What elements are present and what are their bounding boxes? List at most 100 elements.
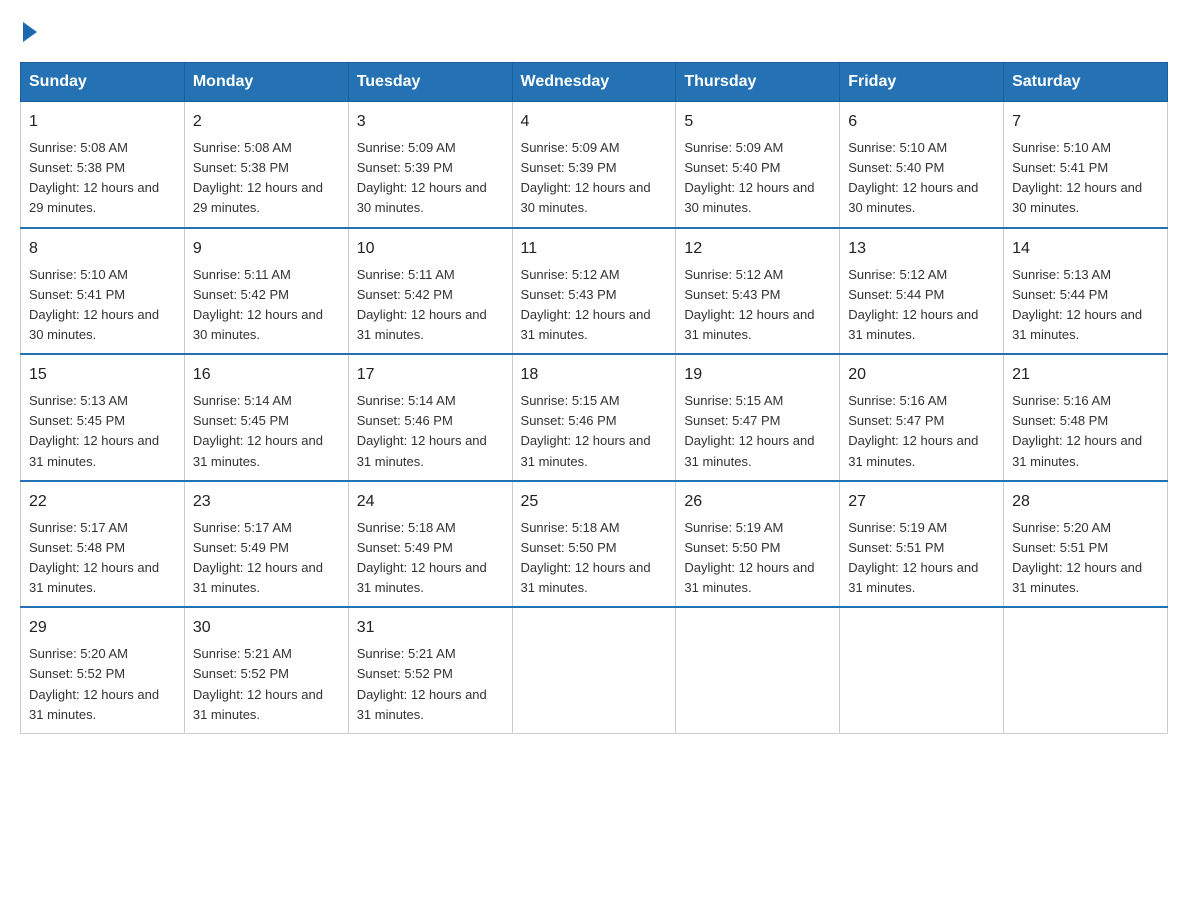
day-cell	[512, 607, 676, 733]
day-number: 14	[1012, 237, 1159, 261]
day-number: 3	[357, 110, 504, 134]
day-number: 6	[848, 110, 995, 134]
header-sunday: Sunday	[21, 63, 185, 102]
week-row-5: 29 Sunrise: 5:20 AMSunset: 5:52 PMDaylig…	[21, 607, 1168, 733]
day-info: Sunrise: 5:08 AMSunset: 5:38 PMDaylight:…	[29, 140, 159, 215]
day-number: 20	[848, 363, 995, 387]
day-info: Sunrise: 5:21 AMSunset: 5:52 PMDaylight:…	[357, 646, 487, 721]
day-info: Sunrise: 5:12 AMSunset: 5:44 PMDaylight:…	[848, 267, 978, 342]
day-cell: 20 Sunrise: 5:16 AMSunset: 5:47 PMDaylig…	[840, 354, 1004, 481]
day-info: Sunrise: 5:13 AMSunset: 5:44 PMDaylight:…	[1012, 267, 1142, 342]
day-info: Sunrise: 5:20 AMSunset: 5:51 PMDaylight:…	[1012, 520, 1142, 595]
day-cell: 26 Sunrise: 5:19 AMSunset: 5:50 PMDaylig…	[676, 481, 840, 608]
day-cell: 13 Sunrise: 5:12 AMSunset: 5:44 PMDaylig…	[840, 228, 1004, 355]
day-cell: 17 Sunrise: 5:14 AMSunset: 5:46 PMDaylig…	[348, 354, 512, 481]
header-saturday: Saturday	[1004, 63, 1168, 102]
day-number: 15	[29, 363, 176, 387]
day-number: 21	[1012, 363, 1159, 387]
header-tuesday: Tuesday	[348, 63, 512, 102]
day-info: Sunrise: 5:09 AMSunset: 5:40 PMDaylight:…	[684, 140, 814, 215]
day-cell: 19 Sunrise: 5:15 AMSunset: 5:47 PMDaylig…	[676, 354, 840, 481]
day-info: Sunrise: 5:17 AMSunset: 5:48 PMDaylight:…	[29, 520, 159, 595]
day-cell	[676, 607, 840, 733]
day-info: Sunrise: 5:16 AMSunset: 5:47 PMDaylight:…	[848, 393, 978, 468]
day-cell: 1 Sunrise: 5:08 AMSunset: 5:38 PMDayligh…	[21, 102, 185, 228]
day-info: Sunrise: 5:18 AMSunset: 5:50 PMDaylight:…	[521, 520, 651, 595]
day-cell: 25 Sunrise: 5:18 AMSunset: 5:50 PMDaylig…	[512, 481, 676, 608]
week-row-3: 15 Sunrise: 5:13 AMSunset: 5:45 PMDaylig…	[21, 354, 1168, 481]
day-cell: 15 Sunrise: 5:13 AMSunset: 5:45 PMDaylig…	[21, 354, 185, 481]
day-cell	[840, 607, 1004, 733]
day-cell: 4 Sunrise: 5:09 AMSunset: 5:39 PMDayligh…	[512, 102, 676, 228]
day-info: Sunrise: 5:12 AMSunset: 5:43 PMDaylight:…	[521, 267, 651, 342]
day-number: 12	[684, 237, 831, 261]
day-number: 30	[193, 616, 340, 640]
day-info: Sunrise: 5:19 AMSunset: 5:51 PMDaylight:…	[848, 520, 978, 595]
day-info: Sunrise: 5:13 AMSunset: 5:45 PMDaylight:…	[29, 393, 159, 468]
calendar-table: SundayMondayTuesdayWednesdayThursdayFrid…	[20, 62, 1168, 734]
day-number: 22	[29, 490, 176, 514]
day-number: 17	[357, 363, 504, 387]
day-info: Sunrise: 5:15 AMSunset: 5:47 PMDaylight:…	[684, 393, 814, 468]
day-info: Sunrise: 5:11 AMSunset: 5:42 PMDaylight:…	[193, 267, 323, 342]
header-friday: Friday	[840, 63, 1004, 102]
day-cell: 10 Sunrise: 5:11 AMSunset: 5:42 PMDaylig…	[348, 228, 512, 355]
day-number: 26	[684, 490, 831, 514]
page-header	[20, 20, 1168, 42]
day-number: 1	[29, 110, 176, 134]
day-cell: 7 Sunrise: 5:10 AMSunset: 5:41 PMDayligh…	[1004, 102, 1168, 228]
day-cell: 12 Sunrise: 5:12 AMSunset: 5:43 PMDaylig…	[676, 228, 840, 355]
day-cell: 22 Sunrise: 5:17 AMSunset: 5:48 PMDaylig…	[21, 481, 185, 608]
day-number: 8	[29, 237, 176, 261]
day-cell: 29 Sunrise: 5:20 AMSunset: 5:52 PMDaylig…	[21, 607, 185, 733]
day-cell: 18 Sunrise: 5:15 AMSunset: 5:46 PMDaylig…	[512, 354, 676, 481]
header-monday: Monday	[184, 63, 348, 102]
day-cell: 16 Sunrise: 5:14 AMSunset: 5:45 PMDaylig…	[184, 354, 348, 481]
day-cell: 28 Sunrise: 5:20 AMSunset: 5:51 PMDaylig…	[1004, 481, 1168, 608]
day-cell: 11 Sunrise: 5:12 AMSunset: 5:43 PMDaylig…	[512, 228, 676, 355]
day-number: 27	[848, 490, 995, 514]
day-cell: 5 Sunrise: 5:09 AMSunset: 5:40 PMDayligh…	[676, 102, 840, 228]
header-row: SundayMondayTuesdayWednesdayThursdayFrid…	[21, 63, 1168, 102]
day-number: 10	[357, 237, 504, 261]
day-cell	[1004, 607, 1168, 733]
day-number: 24	[357, 490, 504, 514]
day-info: Sunrise: 5:10 AMSunset: 5:40 PMDaylight:…	[848, 140, 978, 215]
day-number: 28	[1012, 490, 1159, 514]
day-cell: 24 Sunrise: 5:18 AMSunset: 5:49 PMDaylig…	[348, 481, 512, 608]
day-number: 16	[193, 363, 340, 387]
day-number: 29	[29, 616, 176, 640]
day-info: Sunrise: 5:14 AMSunset: 5:45 PMDaylight:…	[193, 393, 323, 468]
day-info: Sunrise: 5:16 AMSunset: 5:48 PMDaylight:…	[1012, 393, 1142, 468]
header-thursday: Thursday	[676, 63, 840, 102]
week-row-1: 1 Sunrise: 5:08 AMSunset: 5:38 PMDayligh…	[21, 102, 1168, 228]
day-number: 7	[1012, 110, 1159, 134]
day-info: Sunrise: 5:12 AMSunset: 5:43 PMDaylight:…	[684, 267, 814, 342]
day-info: Sunrise: 5:09 AMSunset: 5:39 PMDaylight:…	[521, 140, 651, 215]
day-cell: 8 Sunrise: 5:10 AMSunset: 5:41 PMDayligh…	[21, 228, 185, 355]
day-number: 13	[848, 237, 995, 261]
day-cell: 31 Sunrise: 5:21 AMSunset: 5:52 PMDaylig…	[348, 607, 512, 733]
week-row-2: 8 Sunrise: 5:10 AMSunset: 5:41 PMDayligh…	[21, 228, 1168, 355]
logo	[20, 20, 37, 42]
day-number: 4	[521, 110, 668, 134]
day-info: Sunrise: 5:19 AMSunset: 5:50 PMDaylight:…	[684, 520, 814, 595]
day-info: Sunrise: 5:20 AMSunset: 5:52 PMDaylight:…	[29, 646, 159, 721]
day-cell: 3 Sunrise: 5:09 AMSunset: 5:39 PMDayligh…	[348, 102, 512, 228]
day-cell: 30 Sunrise: 5:21 AMSunset: 5:52 PMDaylig…	[184, 607, 348, 733]
day-info: Sunrise: 5:18 AMSunset: 5:49 PMDaylight:…	[357, 520, 487, 595]
day-number: 2	[193, 110, 340, 134]
day-info: Sunrise: 5:17 AMSunset: 5:49 PMDaylight:…	[193, 520, 323, 595]
day-info: Sunrise: 5:14 AMSunset: 5:46 PMDaylight:…	[357, 393, 487, 468]
week-row-4: 22 Sunrise: 5:17 AMSunset: 5:48 PMDaylig…	[21, 481, 1168, 608]
day-number: 31	[357, 616, 504, 640]
day-info: Sunrise: 5:11 AMSunset: 5:42 PMDaylight:…	[357, 267, 487, 342]
day-cell: 9 Sunrise: 5:11 AMSunset: 5:42 PMDayligh…	[184, 228, 348, 355]
day-number: 19	[684, 363, 831, 387]
day-cell: 6 Sunrise: 5:10 AMSunset: 5:40 PMDayligh…	[840, 102, 1004, 228]
day-info: Sunrise: 5:21 AMSunset: 5:52 PMDaylight:…	[193, 646, 323, 721]
day-cell: 14 Sunrise: 5:13 AMSunset: 5:44 PMDaylig…	[1004, 228, 1168, 355]
day-number: 18	[521, 363, 668, 387]
day-info: Sunrise: 5:10 AMSunset: 5:41 PMDaylight:…	[29, 267, 159, 342]
header-wednesday: Wednesday	[512, 63, 676, 102]
